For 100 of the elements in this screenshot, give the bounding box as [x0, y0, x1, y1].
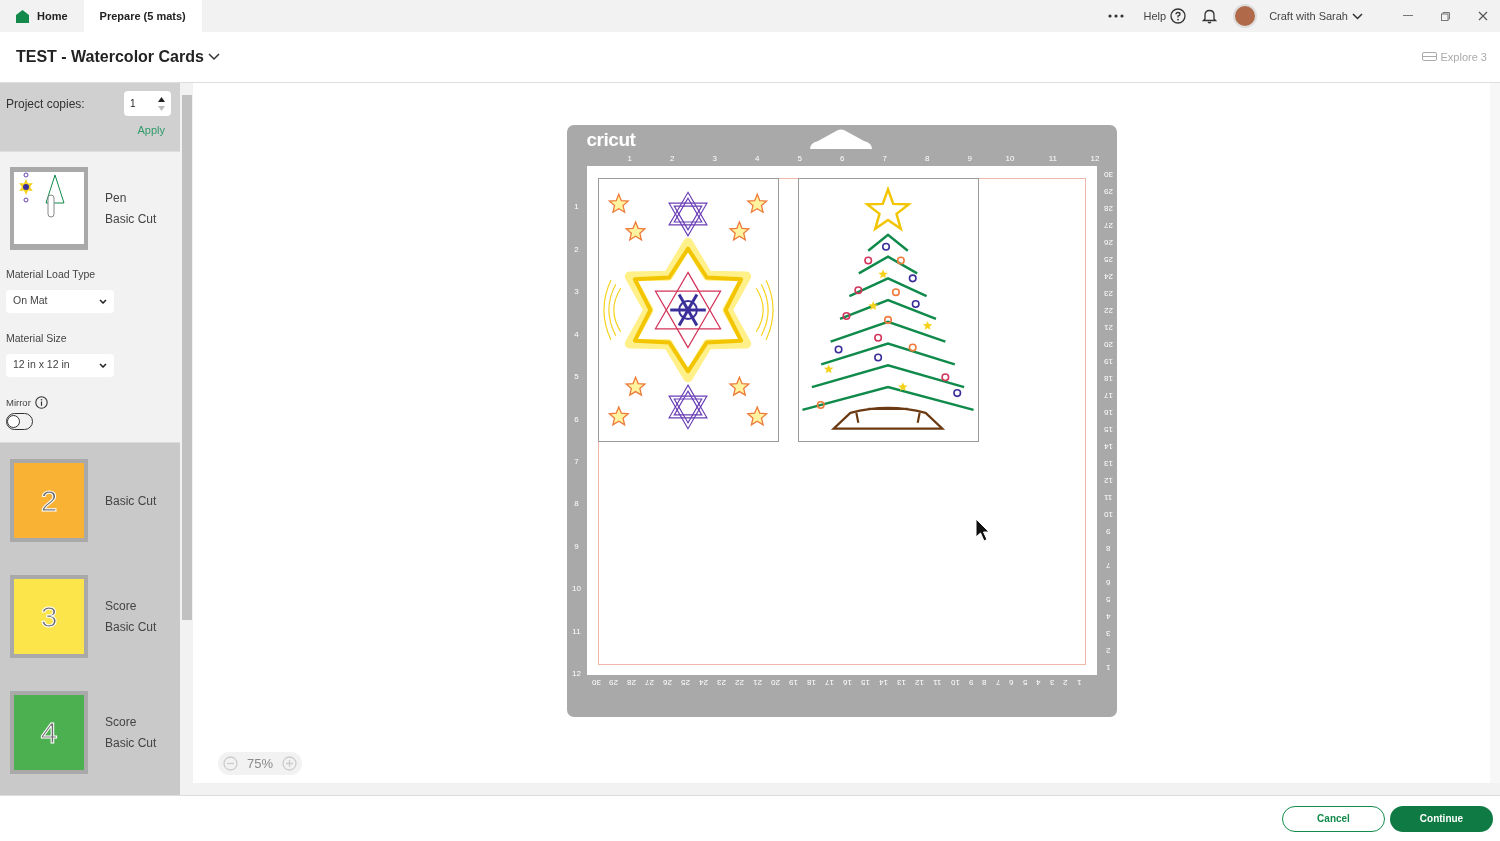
- cancel-button[interactable]: Cancel: [1282, 805, 1385, 832]
- mat-operation: Basic Cut: [105, 619, 157, 637]
- ruler-number: 6: [1105, 578, 1111, 586]
- ruler-number: 2: [1105, 646, 1111, 654]
- mat-number: 3: [40, 599, 58, 636]
- ruler-number: 14: [879, 677, 889, 686]
- ruler-number: 17: [1103, 391, 1113, 399]
- ruler-number: 27: [645, 677, 655, 686]
- ruler-number: 4: [1036, 677, 1041, 686]
- ruler-number: 23: [717, 677, 727, 686]
- mat-number: 2: [40, 483, 58, 520]
- copies-field[interactable]: 1: [124, 91, 171, 116]
- ruler-number: 20: [1103, 340, 1113, 348]
- ruler-number: 28: [1103, 204, 1113, 212]
- ruler-number: 8: [1105, 544, 1111, 552]
- project-title[interactable]: TEST - Watercolor Cards: [16, 45, 220, 69]
- ruler-number: 4: [754, 155, 760, 165]
- mirror-label: Mirror: [6, 395, 31, 410]
- ruler-number: 7: [881, 155, 887, 165]
- zoom-level: 75%: [247, 754, 273, 773]
- mat-item[interactable]: Pen Basic Cut Material Load Type On Mat Material Size 12 in x 12 in Mirror: [0, 151, 180, 443]
- ruler-number: 29: [1103, 187, 1113, 195]
- ruler-number: 10: [950, 677, 960, 686]
- ruler-number: 26: [663, 677, 673, 686]
- bell-icon[interactable]: [1202, 8, 1218, 24]
- mat-number: 4: [40, 715, 58, 752]
- load-type-dropdown[interactable]: On Mat: [6, 289, 114, 313]
- continue-button[interactable]: Continue: [1390, 805, 1493, 832]
- restore-icon[interactable]: [1441, 11, 1450, 21]
- ruler-number: 11: [1047, 155, 1057, 165]
- ruler-number: 2: [573, 245, 580, 254]
- ruler-number: 7: [1105, 561, 1111, 569]
- ruler-number: 12: [571, 670, 582, 678]
- ruler-number: 13: [897, 677, 907, 686]
- ruler-number: 12: [915, 677, 925, 686]
- mat-operation: Basic Cut: [105, 735, 157, 753]
- ruler-number: 26: [1103, 238, 1113, 246]
- ruler-number: 16: [843, 677, 853, 686]
- ruler-number: 27: [1103, 221, 1113, 229]
- ruler-number: 13: [1103, 459, 1113, 467]
- ruler-number: 11: [1103, 493, 1113, 501]
- ruler-number: 15: [1103, 425, 1113, 433]
- ruler-number: 29: [609, 677, 619, 686]
- ruler-number: 8: [982, 677, 987, 686]
- ruler-number: 4: [573, 330, 580, 339]
- more-icon[interactable]: [1107, 14, 1124, 18]
- ruler-number: 20: [771, 677, 781, 686]
- ruler-number: 6: [1009, 677, 1014, 686]
- ruler-number: 8: [924, 155, 930, 165]
- ruler-number: 2: [669, 155, 675, 165]
- material-size-dropdown[interactable]: 12 in x 12 in: [6, 353, 114, 377]
- ruler-number: 5: [573, 373, 580, 382]
- chevron-down-icon: [99, 298, 107, 304]
- ruler-number: 30: [591, 677, 601, 686]
- machine-icon: [1421, 52, 1437, 62]
- mat-operation: Score: [105, 598, 138, 616]
- cursor-icon: [974, 518, 991, 542]
- ruler-number: 9: [966, 155, 972, 165]
- mat-operation: Basic Cut: [105, 211, 157, 228]
- ruler-number: 17: [825, 677, 835, 686]
- ruler-number: 18: [807, 677, 817, 686]
- avatar-icon[interactable]: [1233, 4, 1258, 28]
- load-type-label: Material Load Type: [6, 267, 97, 282]
- machine-name: Explore 3: [1440, 49, 1487, 65]
- ruler-number: 5: [796, 155, 802, 165]
- info-icon[interactable]: [34, 396, 48, 410]
- minimize-icon[interactable]: [1403, 15, 1413, 17]
- ruler-number: 5: [1105, 595, 1111, 603]
- ruler-number: 9: [968, 677, 974, 686]
- ruler-number: 19: [1103, 357, 1113, 365]
- ruler-number: 21: [753, 677, 763, 686]
- ruler-number: 5: [1022, 677, 1028, 686]
- chevron-down-icon: [99, 362, 107, 368]
- ruler-number: 30: [1103, 170, 1113, 178]
- chevron-down-icon: [1352, 12, 1363, 20]
- handle-notch-icon: [809, 129, 872, 151]
- ruler-number: 12: [1089, 155, 1100, 165]
- ruler-number: 10: [1004, 155, 1015, 165]
- sidebar-scrollbar[interactable]: [180, 83, 193, 795]
- ruler-number: 12: [1103, 476, 1113, 484]
- ruler-number: 22: [1103, 306, 1113, 314]
- tab[interactable]: Prepare (5 mats): [83, 0, 202, 32]
- ruler-number: 11: [933, 677, 942, 686]
- ruler-number: 25: [1103, 255, 1113, 263]
- ruler-number: 3: [573, 288, 580, 297]
- ruler-number: 22: [735, 677, 745, 686]
- ruler-number: 14: [1103, 442, 1113, 450]
- close-icon[interactable]: [1478, 11, 1488, 21]
- ruler-number: 2: [1063, 677, 1068, 686]
- copies-label: Project copies:: [6, 95, 85, 113]
- ruler-number: 7: [573, 457, 580, 466]
- ruler-number: 25: [681, 677, 691, 686]
- help-button[interactable]: Help: [1143, 7, 1187, 25]
- ruler-number: 9: [1105, 527, 1111, 535]
- spinner-icon[interactable]: [158, 95, 165, 112]
- chevron-down-icon: [207, 53, 220, 61]
- account-menu[interactable]: Craft with Sarah: [1269, 7, 1363, 25]
- ruler-number: 28: [627, 677, 637, 686]
- ruler-number: 1: [1076, 677, 1082, 686]
- scrollbar-thumb[interactable]: [181, 95, 192, 620]
